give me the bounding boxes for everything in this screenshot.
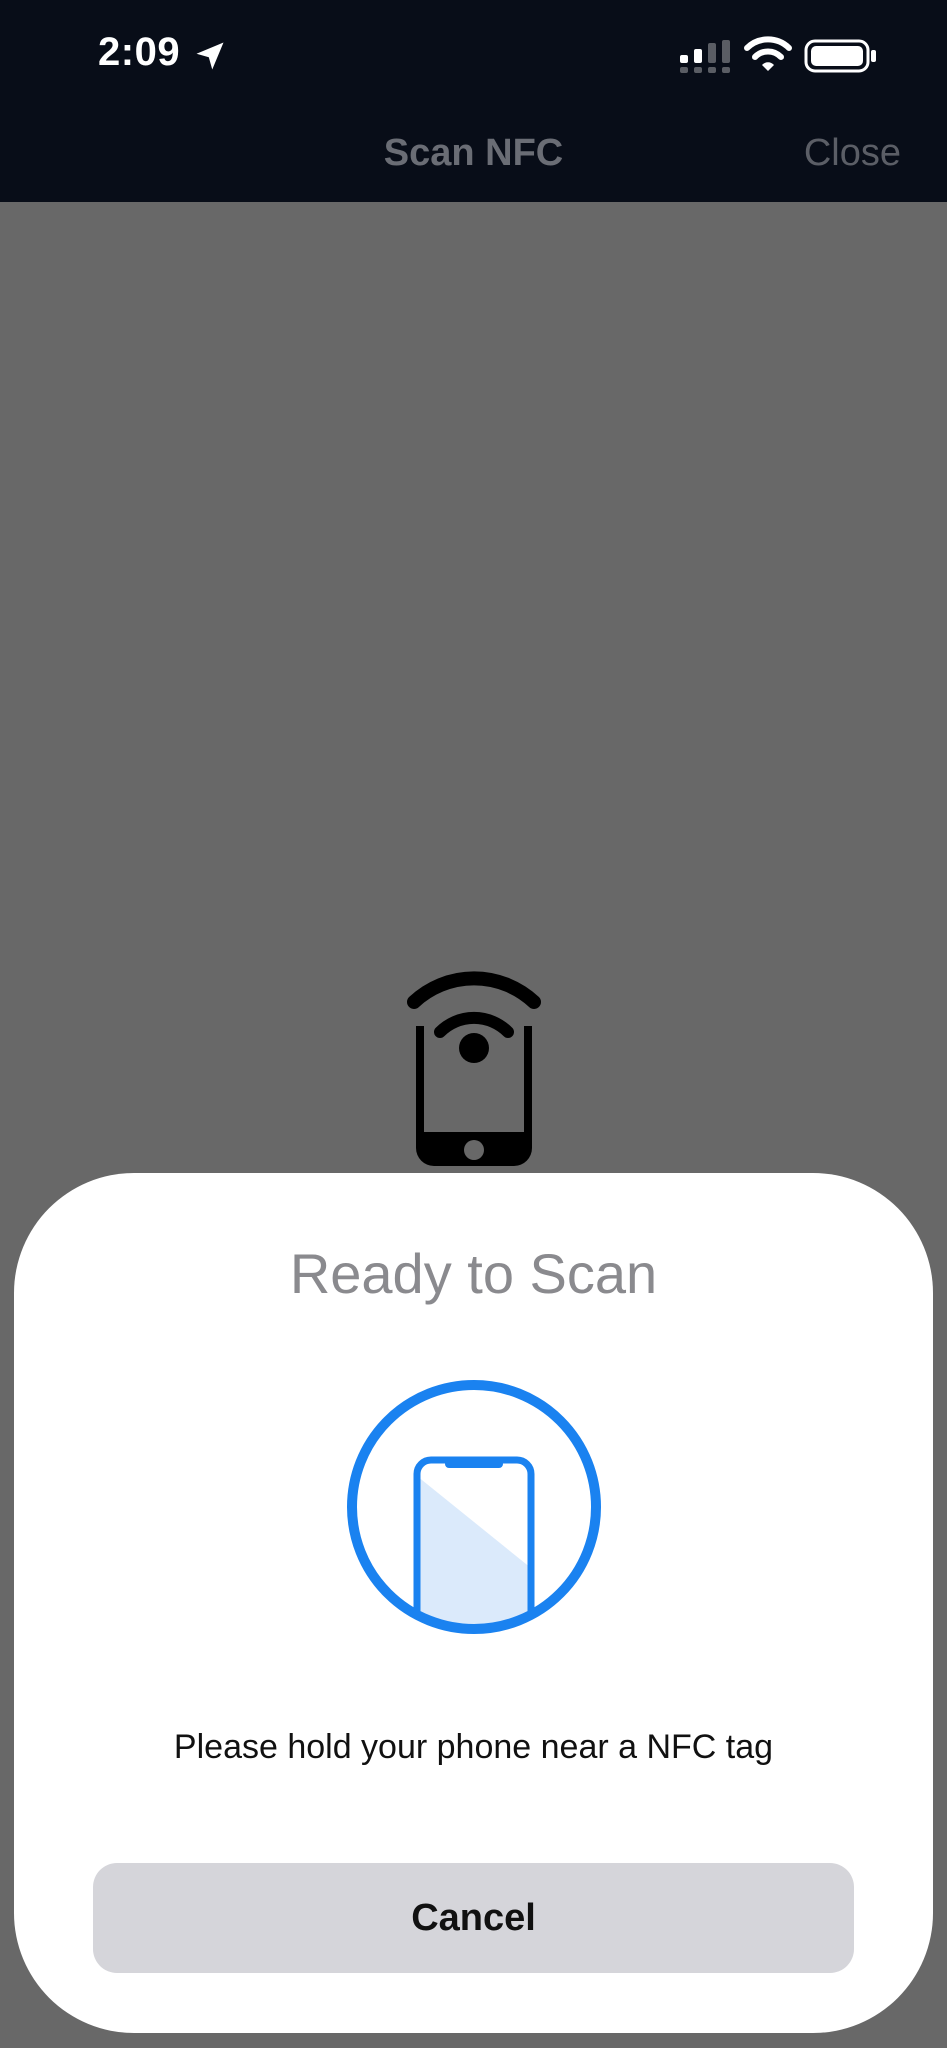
- phone-scan-icon: [347, 1380, 601, 1634]
- status-time: 2:09: [98, 30, 181, 74]
- close-button[interactable]: Close: [804, 132, 901, 175]
- nfc-phone-icon: [407, 971, 541, 1166]
- scan-instruction: Please hold your phone near a NFC tag: [173, 1728, 774, 1766]
- cancel-button[interactable]: Cancel: [93, 1863, 854, 1973]
- location-arrow-icon: [196, 42, 224, 70]
- cellular-signal-icon: [680, 40, 730, 73]
- nav-bar: Scan NFC Close: [0, 110, 947, 202]
- battery-icon: [804, 39, 876, 73]
- wifi-icon: [744, 36, 792, 71]
- status-bar: 2:09: [0, 0, 947, 110]
- scan-sheet: Ready to Scan Please hold your phone nea…: [14, 1173, 933, 2033]
- sheet-title: Ready to Scan: [289, 1242, 658, 1305]
